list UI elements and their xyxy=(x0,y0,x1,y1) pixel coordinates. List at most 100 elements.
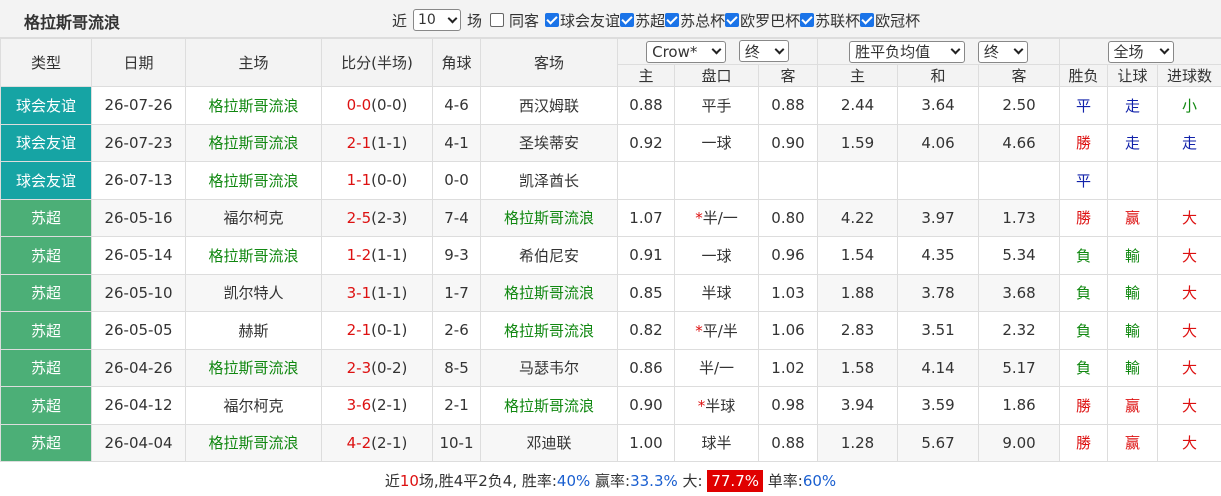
match-score[interactable]: 1-1(0-0) xyxy=(321,161,433,200)
home-team[interactable]: 格拉斯哥流浪 xyxy=(185,423,322,462)
europe-stage-select[interactable]: 终 xyxy=(977,40,1028,63)
home-team[interactable]: 福尔柯克 xyxy=(185,198,322,237)
recent-count-select[interactable]: 10 xyxy=(413,9,462,31)
away-team[interactable]: 马瑟韦尔 xyxy=(480,348,618,387)
competition-label: 欧冠杯 xyxy=(875,11,921,30)
home-team[interactable]: 赫斯 xyxy=(185,311,322,350)
away-team[interactable]: 格拉斯哥流浪 xyxy=(480,386,618,425)
away-team[interactable]: 格拉斯哥流浪 xyxy=(480,198,618,237)
competition-checkbox[interactable] xyxy=(665,13,680,27)
scope-select[interactable]: 全场 xyxy=(1107,40,1174,63)
europe-home-odds: 1.59 xyxy=(817,123,899,162)
competition-filter[interactable]: 球会友谊 xyxy=(545,10,620,31)
home-team[interactable]: 格拉斯哥流浪 xyxy=(185,236,322,275)
handicap-result: 走 xyxy=(1107,123,1159,162)
col-score: 比分(半场) xyxy=(321,38,433,87)
match-type: 球会友谊 xyxy=(0,123,92,162)
handicap-home-odds: 0.92 xyxy=(617,123,675,162)
table-row: 球会友谊 26-07-26 格拉斯哥流浪 0-0(0-0) 4-6 西汉姆联 0.88 平手 0… xyxy=(0,86,1221,125)
competition-filter[interactable]: 欧冠杯 xyxy=(860,10,920,31)
competition-checkbox[interactable] xyxy=(725,13,740,27)
competition-filter[interactable]: 苏联杯 xyxy=(800,10,860,31)
handicap-result: 走 xyxy=(1107,86,1159,125)
handicap-home-odds xyxy=(617,161,675,200)
top-bar: 格拉斯哥流浪 近 10 场 同客 球会友谊 苏超 苏总杯 欧罗巴杯 苏联杯 欧冠杯 xyxy=(0,0,1221,38)
away-team[interactable]: 格拉斯哥流浪 xyxy=(480,311,618,350)
competition-checkbox[interactable] xyxy=(545,13,560,27)
away-team[interactable]: 西汉姆联 xyxy=(480,86,618,125)
europe-draw-odds: 3.51 xyxy=(897,311,980,350)
col-h-home: 主 xyxy=(617,64,675,87)
home-team[interactable]: 格拉斯哥流浪 xyxy=(185,348,322,387)
competition-filter[interactable]: 欧罗巴杯 xyxy=(725,10,800,31)
handicap-stage-select[interactable]: 终 xyxy=(738,40,789,63)
corner-count: 9-3 xyxy=(432,236,481,275)
match-date: 26-05-05 xyxy=(91,311,186,350)
handicap-company-select[interactable]: Crow* xyxy=(646,40,727,63)
europe-draw-odds: 4.06 xyxy=(897,123,980,162)
handicap-home-odds: 0.85 xyxy=(617,273,675,312)
away-team[interactable]: 希伯尼安 xyxy=(480,236,618,275)
goals-result: 大 xyxy=(1157,236,1221,275)
competition-filter[interactable]: 苏超 xyxy=(620,10,665,31)
summary-win-rate: 40% xyxy=(556,472,591,490)
europe-home-odds: 3.94 xyxy=(817,386,899,425)
match-score[interactable]: 1-2(1-1) xyxy=(321,236,433,275)
europe-type-select[interactable]: 胜平负均值 xyxy=(849,40,966,63)
handicap-home-odds: 1.07 xyxy=(617,198,675,237)
summary-count: 10 xyxy=(399,472,419,490)
match-score[interactable]: 2-1(0-1) xyxy=(321,311,433,350)
away-team[interactable]: 格拉斯哥流浪 xyxy=(480,273,618,312)
match-score[interactable]: 4-2(2-1) xyxy=(321,423,433,462)
handicap-line-value: 半球 xyxy=(705,396,736,415)
match-score[interactable]: 2-3(0-2) xyxy=(321,348,433,387)
match-score[interactable]: 3-1(1-1) xyxy=(321,273,433,312)
handicap-result: 赢 xyxy=(1107,423,1159,462)
match-type: 苏超 xyxy=(0,348,92,387)
col-h-line: 盘口 xyxy=(674,64,759,87)
match-result: 勝 xyxy=(1059,123,1109,162)
europe-away-odds: 4.66 xyxy=(978,123,1061,162)
europe-away-odds: 1.86 xyxy=(978,386,1061,425)
corner-count: 2-1 xyxy=(432,386,481,425)
competition-checkbox[interactable] xyxy=(620,13,635,27)
europe-home-odds: 4.22 xyxy=(817,198,899,237)
handicap-line: 球半 xyxy=(674,423,759,462)
home-team[interactable]: 格拉斯哥流浪 xyxy=(185,161,322,200)
match-score[interactable]: 0-0(0-0) xyxy=(321,86,433,125)
handicap-home-odds: 1.00 xyxy=(617,423,675,462)
match-score[interactable]: 2-1(1-1) xyxy=(321,123,433,162)
handicap-away-odds: 1.06 xyxy=(757,311,819,350)
home-team[interactable]: 格拉斯哥流浪 xyxy=(185,123,322,162)
full-time-score: 2-5 xyxy=(346,208,372,227)
match-score[interactable]: 3-6(2-1) xyxy=(321,386,433,425)
same-guest-checkbox[interactable] xyxy=(490,13,505,27)
competition-filter[interactable]: 苏总杯 xyxy=(665,10,725,31)
table-row: 苏超 26-05-14 格拉斯哥流浪 1-2(1-1) 9-3 希伯尼安 0.91 一球 0.9… xyxy=(0,236,1221,275)
filter-bar: 近 10 场 同客 球会友谊 苏超 苏总杯 欧罗巴杯 苏联杯 欧冠杯 xyxy=(392,9,920,31)
chevron-down-icon xyxy=(711,44,722,55)
goals-result xyxy=(1157,161,1221,200)
handicap-result: 輸 xyxy=(1107,348,1159,387)
europe-home-odds: 2.83 xyxy=(817,311,899,350)
competition-checkbox[interactable] xyxy=(800,13,815,27)
goals-result: 大 xyxy=(1157,423,1221,462)
match-result: 平 xyxy=(1059,86,1109,125)
away-team[interactable]: 邓迪联 xyxy=(480,423,618,462)
competition-checkbox[interactable] xyxy=(860,13,875,27)
handicap-line: *半/一 xyxy=(674,198,759,237)
match-history-table: 类型 日期 主场 比分(半场) 角球 客场 Crow* 终 胜平负均值 终 全场… xyxy=(0,38,1221,462)
handicap-line-value: 半/一 xyxy=(698,359,735,378)
home-team[interactable]: 格拉斯哥流浪 xyxy=(185,86,322,125)
col-goals: 进球数 xyxy=(1157,64,1221,87)
away-team[interactable]: 凯泽酋长 xyxy=(480,161,618,200)
table-row: 苏超 26-05-10 凯尔特人 3-1(1-1) 1-7 格拉斯哥流浪 0.85 半球 1.0… xyxy=(0,273,1221,312)
match-score[interactable]: 2-5(2-3) xyxy=(321,198,433,237)
match-result: 勝 xyxy=(1059,198,1109,237)
away-team[interactable]: 圣埃蒂安 xyxy=(480,123,618,162)
home-team[interactable]: 凯尔特人 xyxy=(185,273,322,312)
home-team[interactable]: 福尔柯克 xyxy=(185,386,322,425)
full-time-score: 4-2 xyxy=(346,433,372,452)
handicap-line-value: 平手 xyxy=(701,96,732,115)
handicap-stage-value: 终 xyxy=(744,42,760,61)
